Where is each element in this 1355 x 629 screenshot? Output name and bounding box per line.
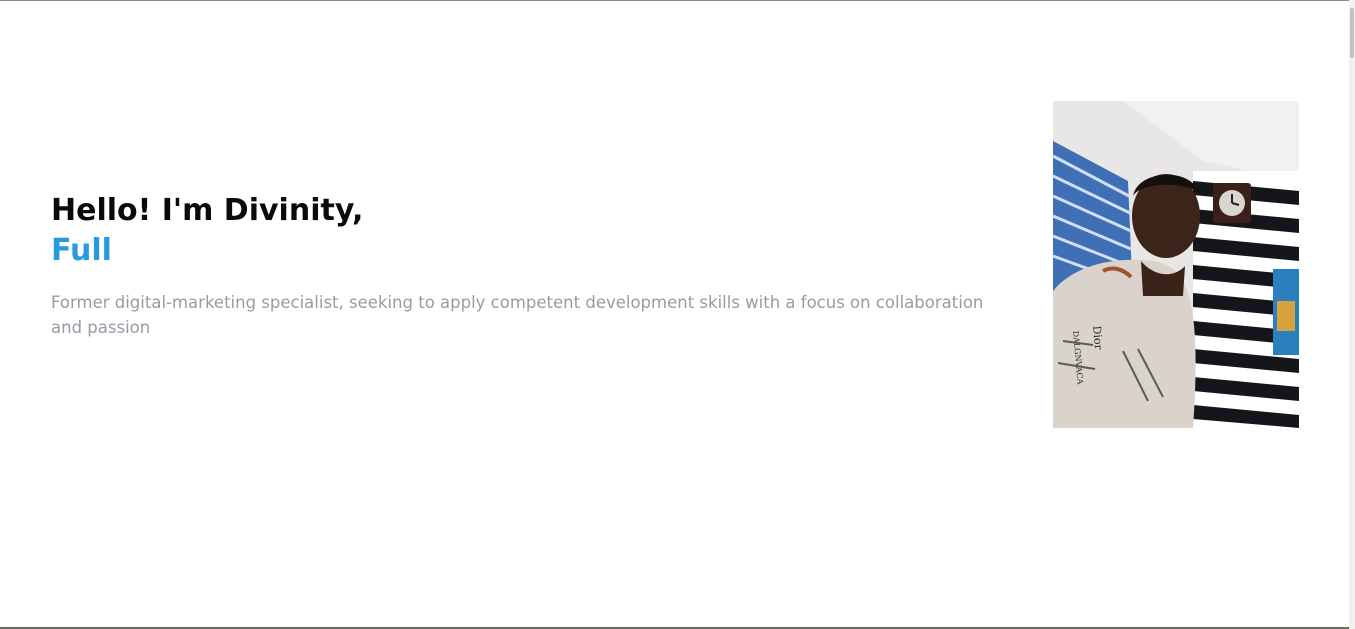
hero-role-typed: Full	[51, 233, 112, 268]
hero-greeting: Hello! I'm Divinity,	[51, 193, 364, 228]
hero-intro: Hello! I'm Divinity, Full Former digital…	[51, 192, 1011, 340]
vertical-scrollbar[interactable]	[1349, 0, 1355, 629]
profile-photo: Dior DALGNVACA	[1053, 101, 1299, 428]
profile-photo-illustration: Dior DALGNVACA	[1053, 101, 1299, 428]
svg-text:Dior: Dior	[1090, 325, 1105, 351]
hero-description: Former digital-marketing specialist, see…	[51, 293, 984, 337]
hero-section: Hello! I'm Divinity, Full Former digital…	[0, 0, 1349, 627]
scrollbar-thumb[interactable]	[1350, 8, 1354, 58]
